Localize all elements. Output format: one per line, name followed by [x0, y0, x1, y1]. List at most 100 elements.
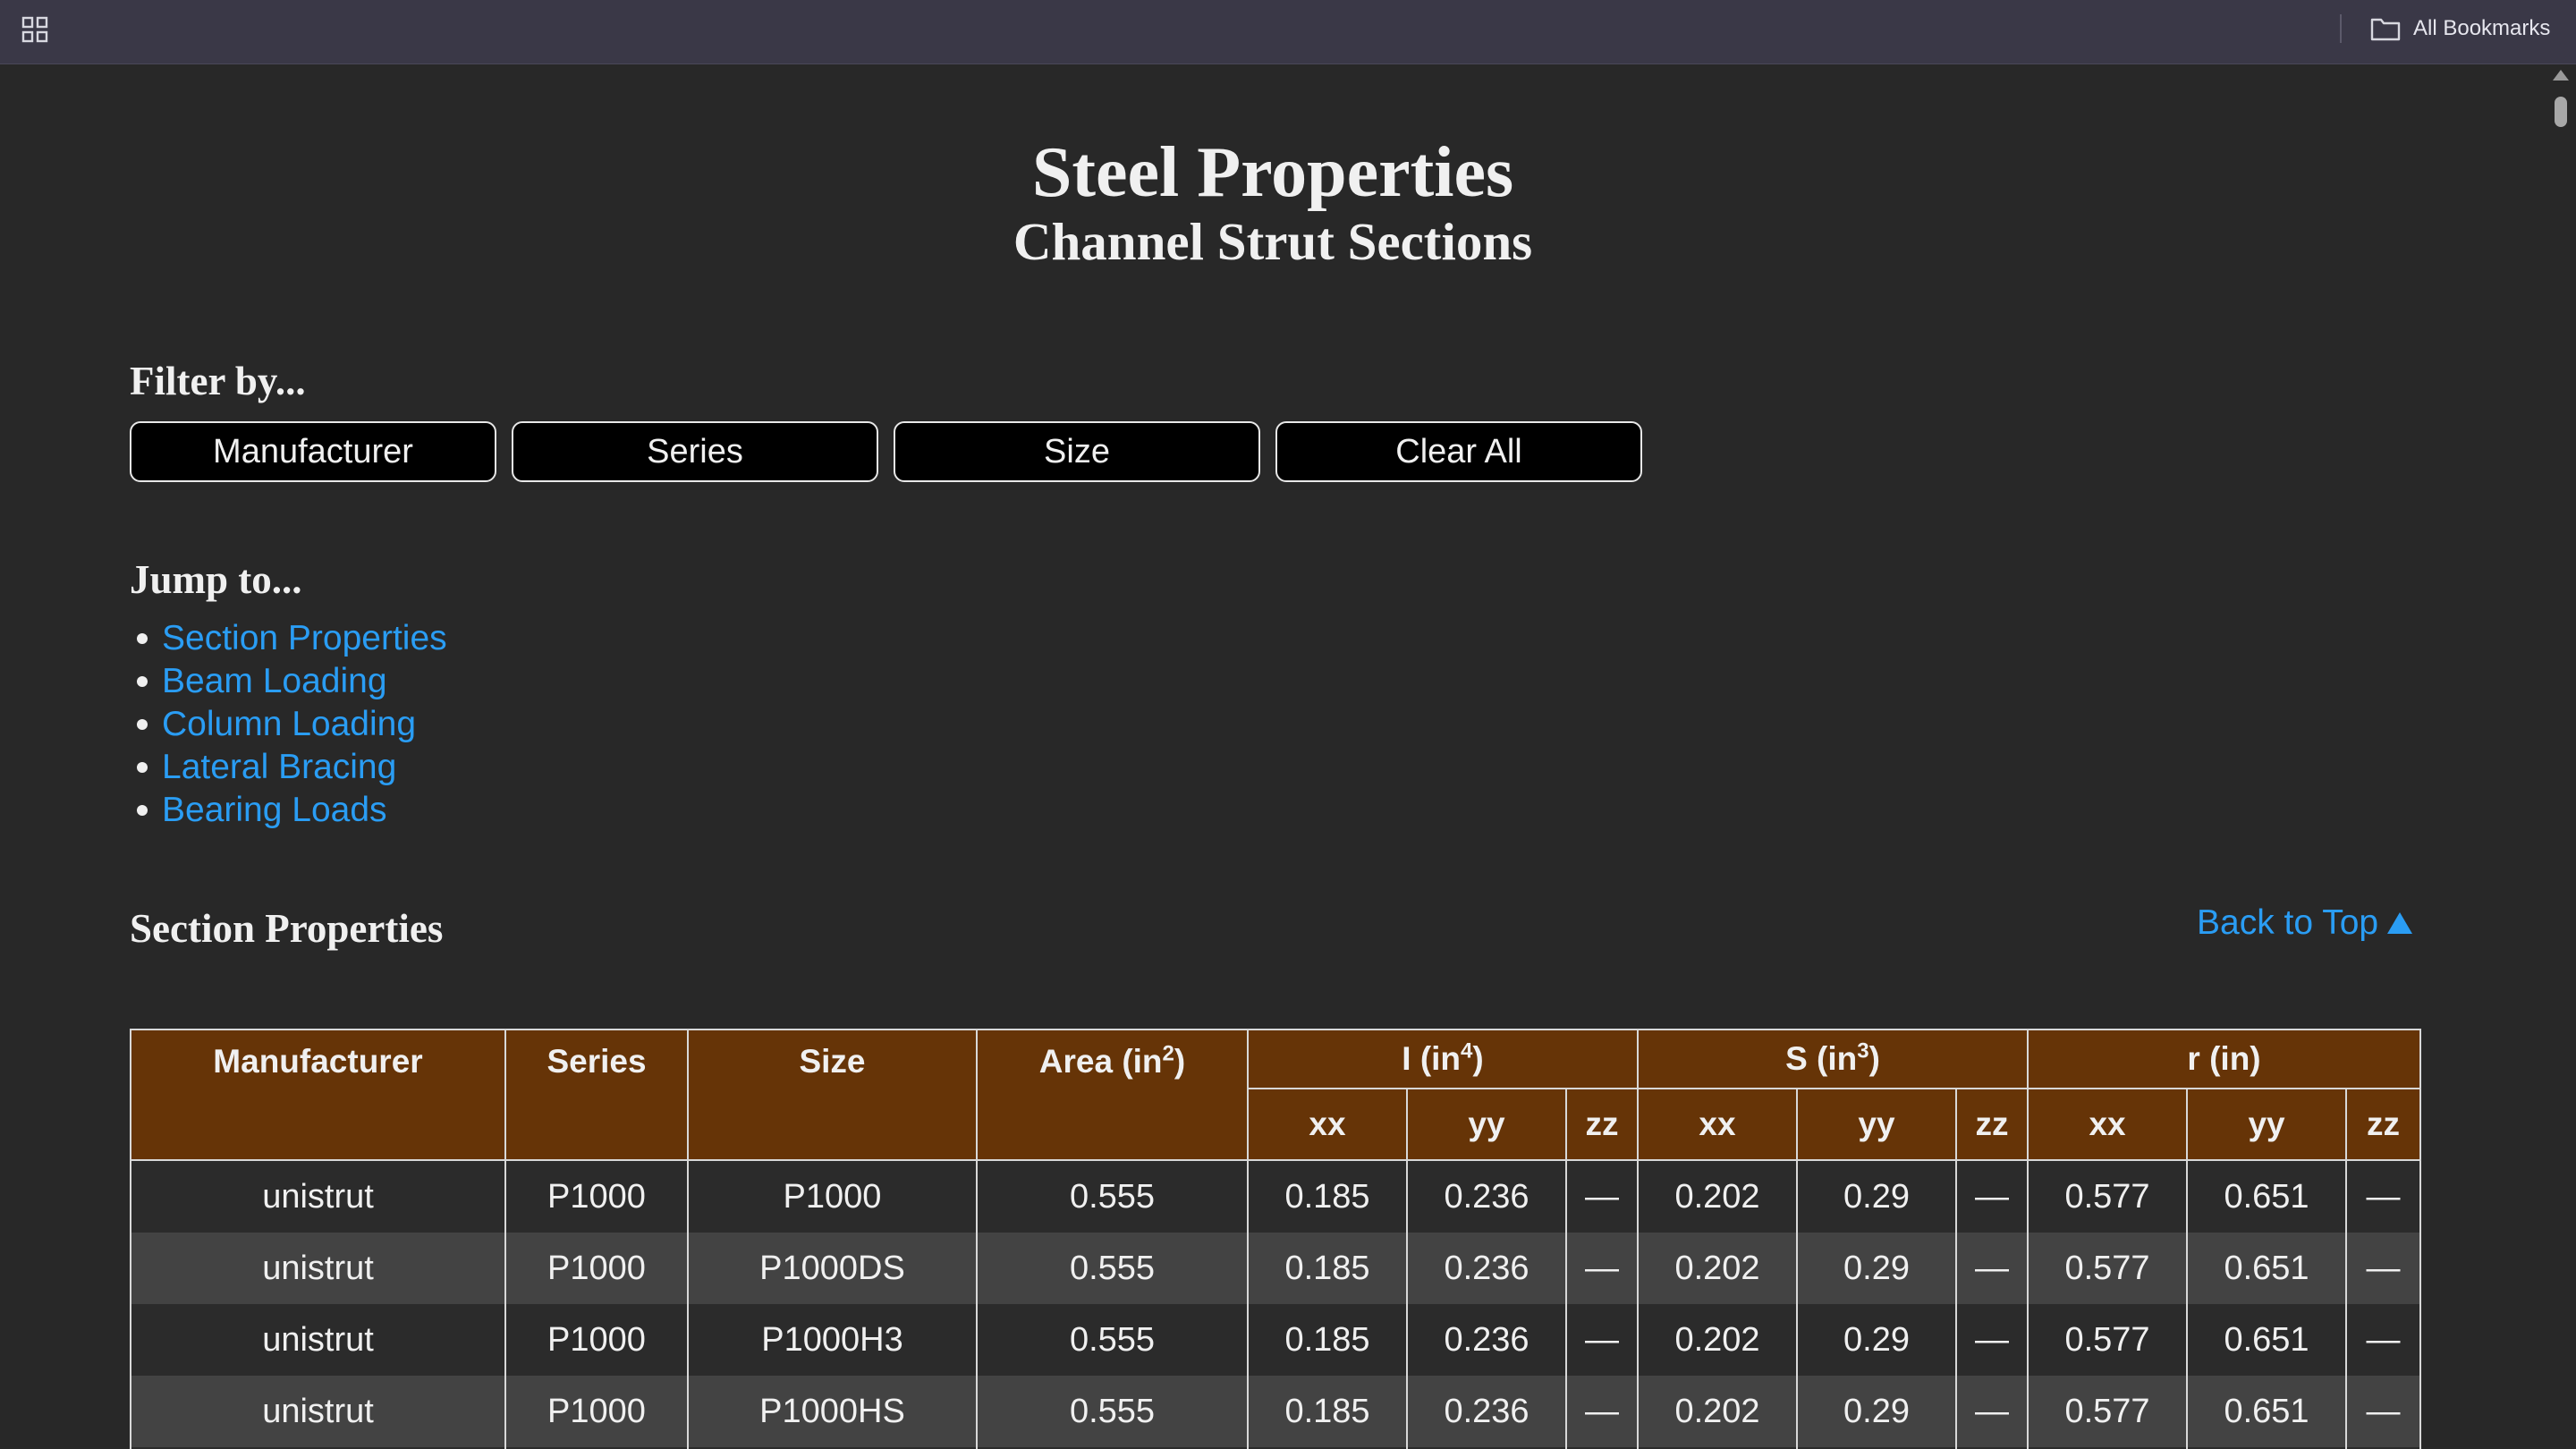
cell-r-zz: — [2345, 1233, 2422, 1304]
cell-size: P1000H3 [687, 1304, 978, 1376]
apps-grid-icon[interactable] [21, 14, 50, 43]
bullet-icon [137, 805, 148, 816]
col-header-i-zz[interactable]: zz [1565, 1088, 1639, 1161]
s-label: S (in [1785, 1040, 1858, 1077]
table-row[interactable]: unistrut P1000 P1000H3 0.555 0.185 0.236—0.20… [130, 1304, 2422, 1376]
cell-i-xx: 0.185 [1247, 1376, 1408, 1447]
cell-i-xx: 0.185 [1247, 1160, 1408, 1233]
cell-i-zz: — [1565, 1160, 1639, 1233]
jump-link-lateral-bracing[interactable]: Lateral Bracing [162, 748, 396, 787]
col-header-r-xx[interactable]: xx [2027, 1088, 2189, 1161]
table-row[interactable]: unistrut P1000 P1000HS 0.555 0.185 0.236—0.20… [130, 1376, 2422, 1447]
jump-link-section-properties[interactable]: Section Properties [162, 619, 447, 658]
col-header-s-yy[interactable]: yy [1796, 1088, 1957, 1161]
cell-area: 0.555 [976, 1160, 1249, 1233]
cell-s-zz: — [1954, 1304, 2029, 1376]
cell-size: P1000 [687, 1160, 978, 1233]
col-header-manufacturer[interactable]: Manufacturer [130, 1029, 506, 1161]
cell-i-zz: — [1565, 1304, 1639, 1376]
triangle-up-icon [2387, 912, 2413, 934]
bullet-icon [137, 762, 148, 773]
cell-s-xx: 0.202 [1637, 1304, 1798, 1376]
col-header-area[interactable]: Area (in2) [976, 1029, 1249, 1161]
cell-r-zz: — [2345, 1160, 2422, 1233]
col-header-i-xx[interactable]: xx [1247, 1088, 1408, 1161]
scroll-up-arrow-icon[interactable] [2553, 70, 2569, 80]
jump-list-item: Section Properties [130, 617, 447, 660]
i-label: I (in [1402, 1040, 1462, 1077]
back-to-top-link[interactable]: Back to Top [2197, 903, 2413, 943]
filter-series-button[interactable]: Series [512, 421, 878, 482]
area-label: Area (in [1038, 1043, 1163, 1080]
cell-manufacturer: unistrut [130, 1233, 506, 1304]
cell-s-zz: — [1954, 1160, 2029, 1233]
col-header-i-yy[interactable]: yy [1406, 1088, 1567, 1161]
cell-size: P1000HS [687, 1376, 978, 1447]
cell-s-xx: 0.202 [1637, 1233, 1798, 1304]
col-header-size[interactable]: Size [687, 1029, 978, 1161]
filter-manufacturer-button[interactable]: Manufacturer [130, 421, 496, 482]
cell-area: 0.555 [976, 1233, 1249, 1304]
cell-size: P1000DS [687, 1233, 978, 1304]
cell-r-xx: 0.577 [2027, 1160, 2189, 1233]
table-row[interactable]: unistrut P1000 P1000DS 0.555 0.185 0.236—0.20… [130, 1233, 2422, 1304]
cell-series: P1000 [504, 1160, 689, 1233]
s-exponent: 3 [1857, 1038, 1869, 1063]
col-header-r-zz[interactable]: zz [2345, 1088, 2422, 1161]
bookmarks-separator [2340, 14, 2342, 43]
section-properties-heading: Section Properties [130, 906, 444, 951]
cell-s-yy: 0.29 [1796, 1304, 1957, 1376]
table-row[interactable]: unistrut P1000 P1000 0.555 0.185 0.236—0.202 0… [130, 1160, 2422, 1233]
col-header-r-yy[interactable]: yy [2186, 1088, 2348, 1161]
cell-i-yy: 0.236 [1406, 1160, 1567, 1233]
cell-i-yy: 0.236 [1406, 1376, 1567, 1447]
cell-area: 0.555 [976, 1304, 1249, 1376]
bookmarks-bar: All Bookmarks [0, 0, 2576, 64]
cell-i-zz: — [1565, 1376, 1639, 1447]
cell-series: P1000 [504, 1376, 689, 1447]
cell-i-yy: 0.236 [1406, 1233, 1567, 1304]
cell-r-yy: 0.651 [2186, 1376, 2348, 1447]
scroll-thumb[interactable] [2555, 97, 2567, 127]
cell-s-zz: — [1954, 1376, 2029, 1447]
bullet-icon [137, 719, 148, 730]
all-bookmarks-button[interactable]: All Bookmarks [2370, 11, 2550, 47]
bullet-icon [137, 633, 148, 644]
cell-s-xx: 0.202 [1637, 1160, 1798, 1233]
jump-link-beam-loading[interactable]: Beam Loading [162, 662, 387, 701]
clear-all-button[interactable]: Clear All [1275, 421, 1642, 482]
page-title: Steel Properties [1031, 133, 1514, 212]
cell-i-zz: — [1565, 1233, 1639, 1304]
col-header-s-xx[interactable]: xx [1637, 1088, 1798, 1161]
cell-i-xx: 0.185 [1247, 1304, 1408, 1376]
cell-r-zz: — [2345, 1376, 2422, 1447]
cell-s-yy: 0.29 [1796, 1160, 1957, 1233]
cell-i-yy: 0.236 [1406, 1304, 1567, 1376]
filter-heading: Filter by... [130, 359, 306, 403]
cell-r-yy: 0.651 [2186, 1233, 2348, 1304]
col-header-s-zz[interactable]: zz [1954, 1088, 2029, 1161]
jump-heading: Jump to... [130, 557, 302, 602]
section-properties-table: Manufacturer Series Size Area (in2) I (i… [130, 1029, 2422, 1449]
cell-r-yy: 0.651 [2186, 1304, 2348, 1376]
back-to-top-label: Back to Top [2197, 903, 2379, 942]
table-header-row: Manufacturer Series Size Area (in2) I (i… [130, 1029, 2422, 1161]
page-subtitle: Channel Strut Sections [1013, 212, 1533, 271]
jump-link-bearing-loads[interactable]: Bearing Loads [162, 791, 387, 830]
col-header-series[interactable]: Series [504, 1029, 689, 1161]
cell-i-xx: 0.185 [1247, 1233, 1408, 1304]
filter-buttons: Manufacturer Series Size Clear All [130, 421, 1642, 482]
filter-size-button[interactable]: Size [894, 421, 1260, 482]
cell-manufacturer: unistrut [130, 1160, 506, 1233]
cell-r-xx: 0.577 [2027, 1304, 2189, 1376]
i-close: ) [1472, 1040, 1484, 1077]
jump-list-item: Column Loading [130, 703, 447, 746]
area-exponent: 2 [1162, 1041, 1174, 1066]
vertical-scrollbar[interactable] [2546, 64, 2576, 1449]
i-exponent: 4 [1461, 1038, 1473, 1063]
cell-s-yy: 0.29 [1796, 1233, 1957, 1304]
cell-r-xx: 0.577 [2027, 1376, 2189, 1447]
col-group-section-modulus: S (in3) [1636, 1029, 2029, 1089]
jump-link-column-loading[interactable]: Column Loading [162, 705, 416, 744]
cell-manufacturer: unistrut [130, 1376, 506, 1447]
